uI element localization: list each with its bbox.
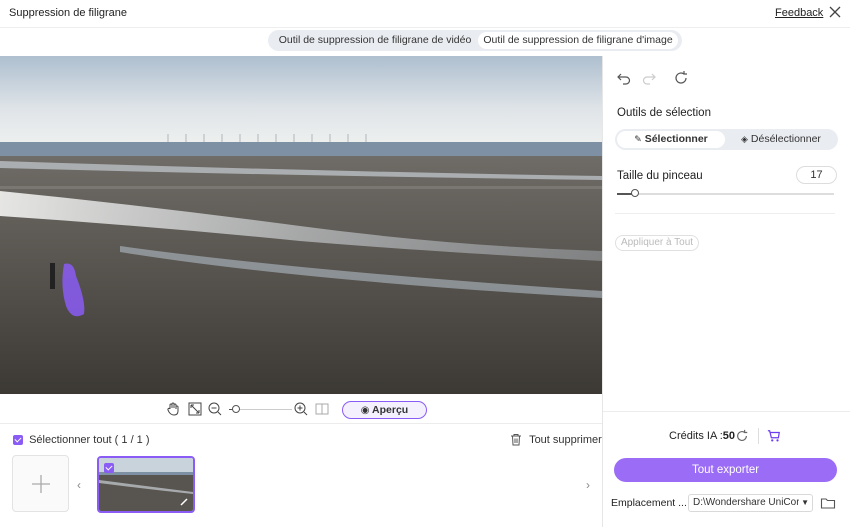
close-icon[interactable] (827, 4, 843, 20)
chevron-down-icon: ▼ (799, 495, 809, 511)
preview-label: Aperçu (372, 404, 409, 416)
delete-all-button[interactable]: Tout supprimer (510, 433, 602, 446)
tab-image-watermark[interactable]: Outil de suppression de filigrane d'imag… (478, 32, 678, 49)
zoom-out-icon[interactable] (207, 401, 223, 417)
preview-button[interactable]: ◉ Aperçu (342, 401, 427, 419)
thumbnail-checkbox[interactable] (104, 463, 114, 473)
deselect-mode-button[interactable]: ◈ Désélectionner (727, 131, 835, 148)
selection-tools-heading: Outils de sélection (617, 107, 711, 119)
select-mode-label: Sélectionner (644, 133, 708, 145)
location-label: Emplacement ... (611, 497, 687, 509)
delete-all-label: Tout supprimer (529, 433, 602, 446)
credits-display: Crédits IA :50 (669, 430, 735, 442)
tab-video-watermark[interactable]: Outil de suppression de filigrane de vid… (272, 32, 478, 49)
redo-icon[interactable] (641, 70, 657, 86)
credits-value: 50 (722, 430, 736, 442)
eraser-icon: ◈ (741, 134, 748, 144)
image-canvas[interactable] (0, 56, 602, 394)
pencil-icon: ✎ (634, 134, 642, 144)
credits-label: Crédits IA : (669, 430, 723, 442)
title-bar: Suppression de filigrane Feedback (0, 0, 850, 28)
zoom-slider-thumb[interactable] (232, 405, 240, 413)
divider (603, 411, 850, 412)
chevron-left-icon[interactable]: ‹ (77, 478, 81, 492)
app-title: Suppression de filigrane (9, 7, 128, 19)
brush-size-label: Taille du pinceau (617, 170, 703, 182)
zoom-toolbar: ◉ Aperçu (0, 394, 602, 424)
brush-size-input[interactable]: 17 (796, 166, 837, 184)
eye-icon: ◉ (360, 405, 370, 416)
tool-tabs: Outil de suppression de filigrane de vid… (268, 30, 682, 51)
output-path-value: D:\Wondershare UniCor (693, 497, 800, 508)
compare-icon[interactable] (314, 401, 330, 417)
image-thumbnail[interactable] (97, 456, 195, 513)
brush-size-slider-thumb[interactable] (631, 189, 639, 197)
hand-icon[interactable] (165, 401, 181, 417)
cart-icon[interactable] (767, 429, 781, 443)
zoom-in-icon[interactable] (293, 401, 309, 417)
divider (758, 428, 759, 444)
refresh-icon[interactable] (735, 429, 749, 443)
apply-all-button[interactable]: Appliquer à Tout (615, 235, 699, 251)
deselect-mode-label: Désélectionner (750, 133, 821, 145)
selection-mode-toggle: ✎ Sélectionner ◈ Désélectionner (615, 129, 838, 150)
output-path-select[interactable]: D:\Wondershare UniCor ▼ (688, 494, 813, 512)
brush-size-slider-track[interactable] (617, 193, 834, 195)
plus-icon (32, 475, 50, 493)
undo-icon[interactable] (616, 70, 632, 86)
export-all-button[interactable]: Tout exporter (614, 458, 837, 482)
select-all-label: Sélectionner tout ( 1 / 1 ) (29, 434, 150, 447)
select-all-checkbox[interactable]: Sélectionner tout ( 1 / 1 ) (13, 434, 150, 446)
brush-icon (180, 498, 188, 506)
select-mode-button[interactable]: ✎ Sélectionner (617, 131, 725, 148)
right-panel (603, 56, 850, 527)
add-image-button[interactable] (12, 455, 69, 512)
reset-icon[interactable] (673, 70, 689, 86)
trash-icon (511, 434, 521, 446)
divider (615, 213, 835, 214)
fit-screen-icon[interactable] (187, 401, 203, 417)
checkbox-icon[interactable] (13, 435, 23, 446)
feedback-link[interactable]: Feedback (775, 7, 823, 19)
folder-icon[interactable] (820, 495, 836, 511)
chevron-right-icon[interactable]: › (586, 478, 590, 492)
